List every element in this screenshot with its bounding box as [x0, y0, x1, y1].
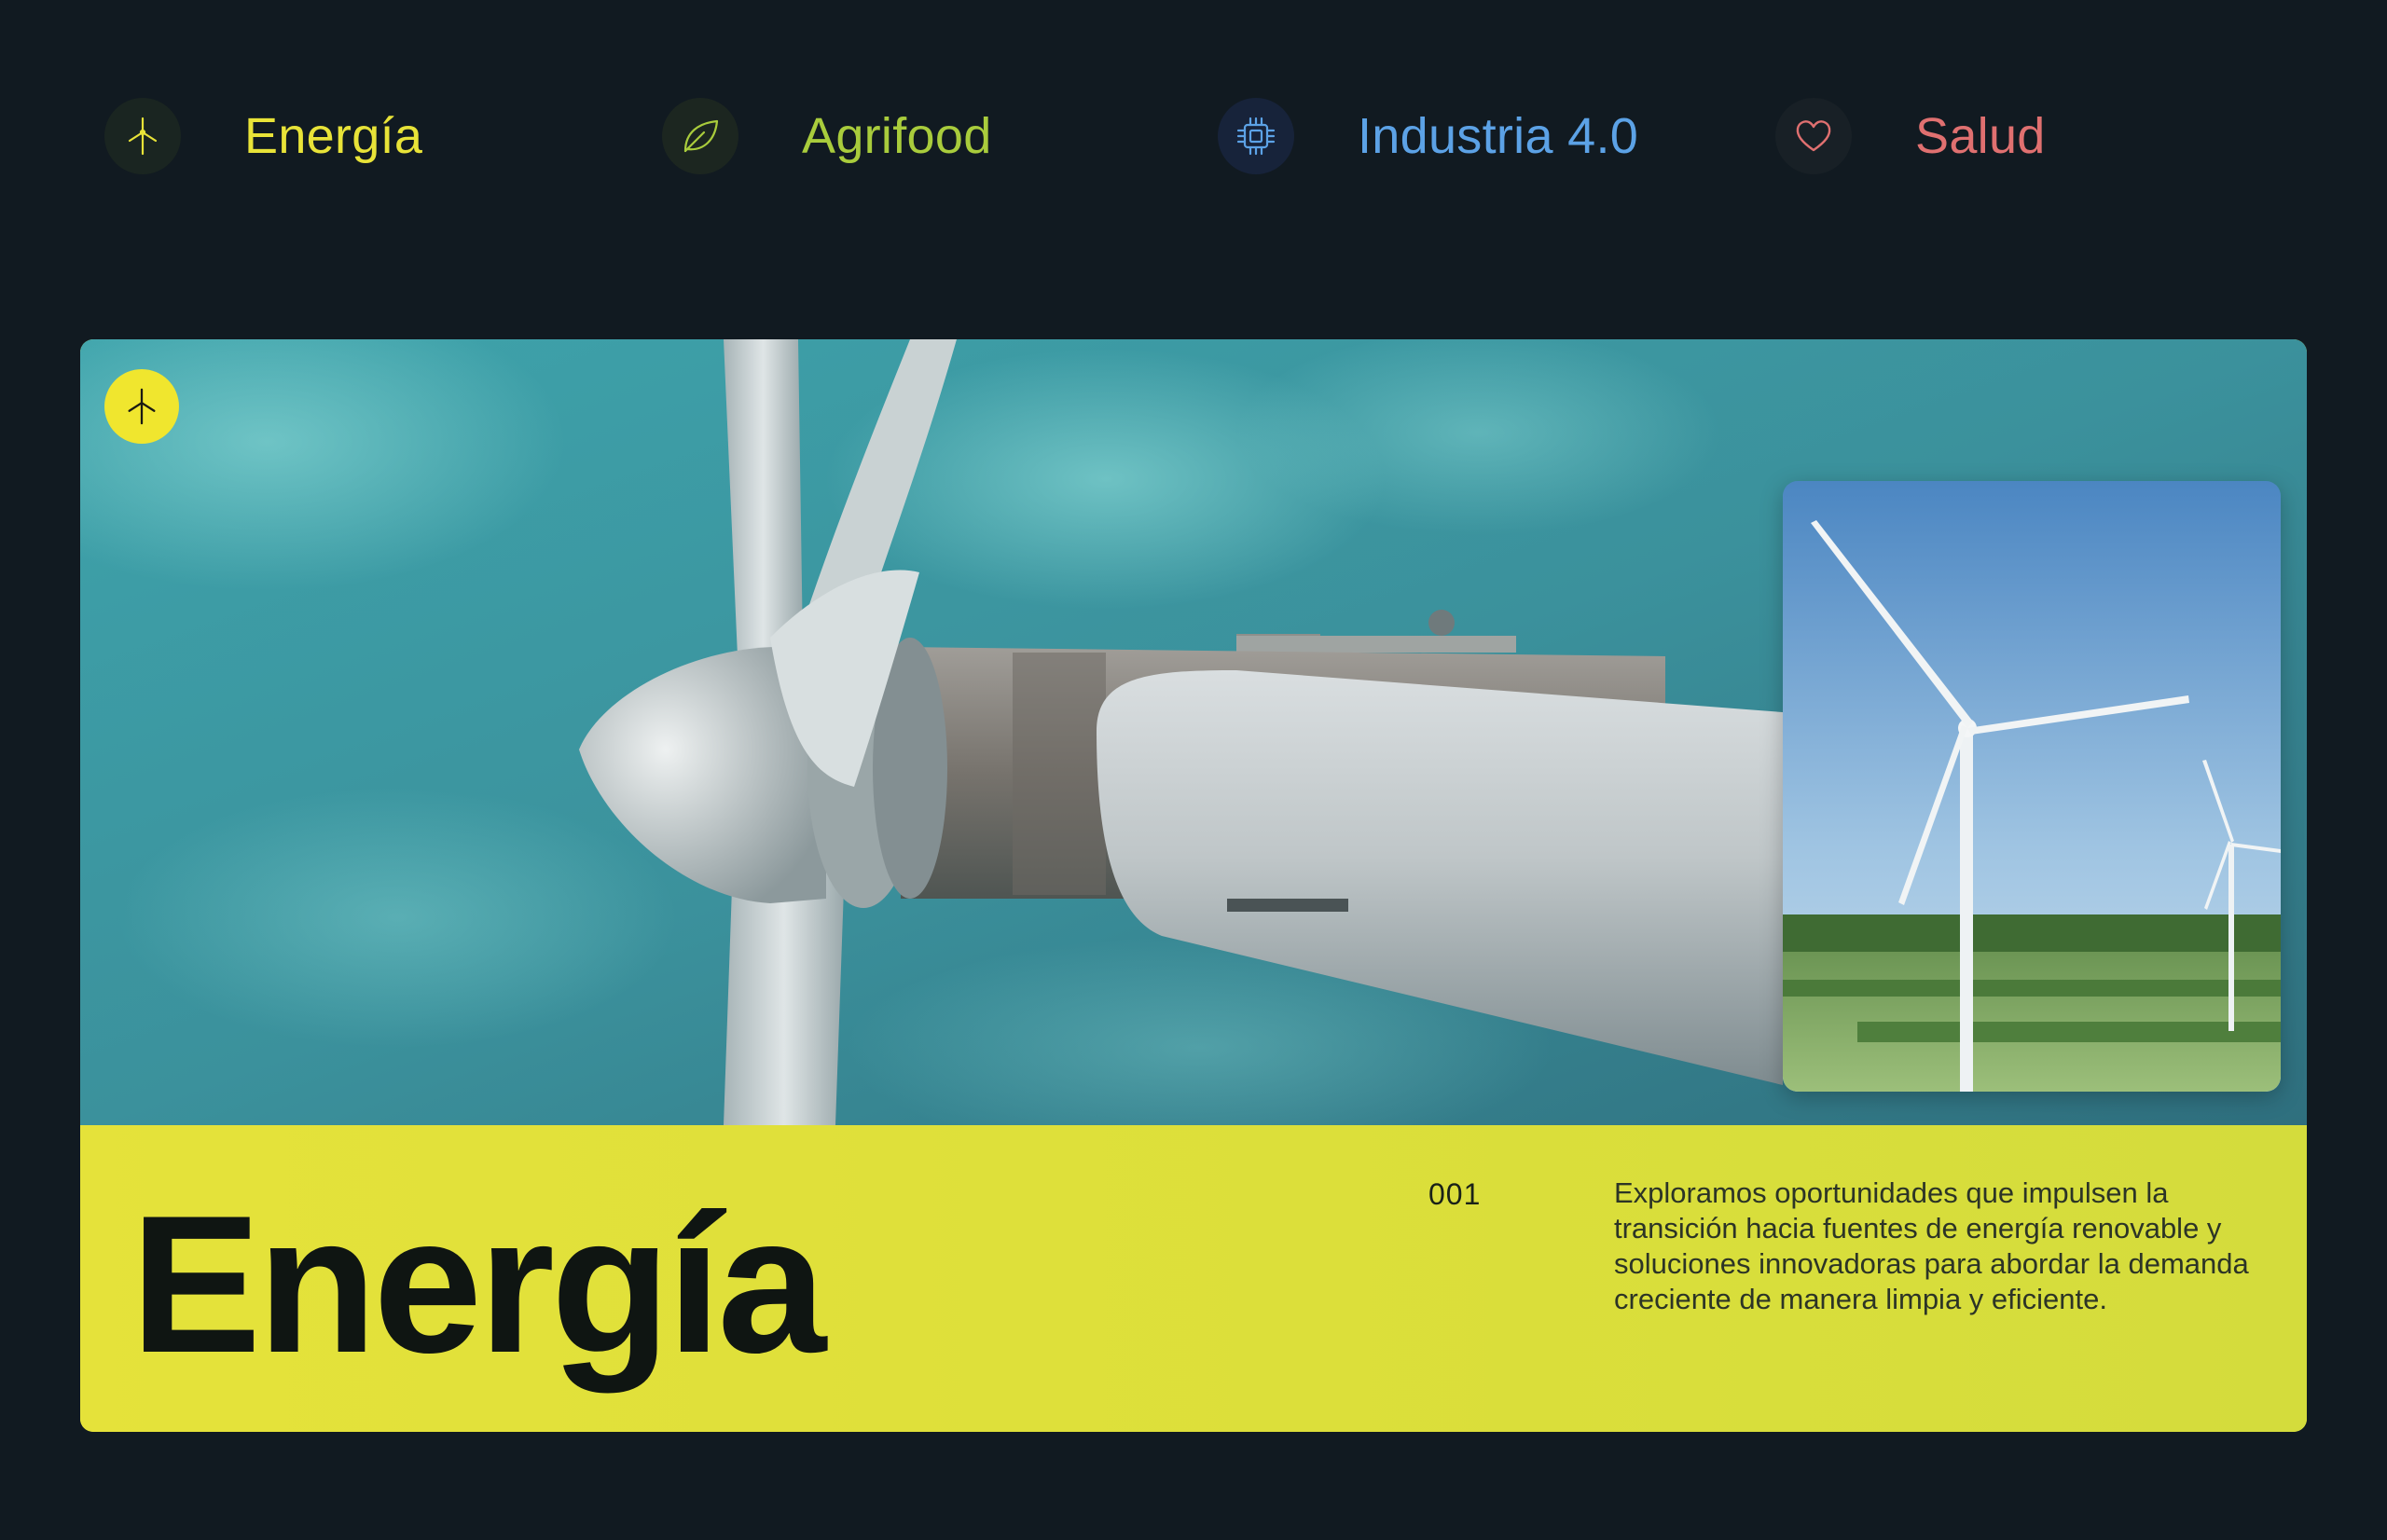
tab-label: Agrifood: [802, 108, 992, 164]
tab-salud[interactable]: Salud: [1775, 97, 2046, 175]
sector-card: Energía 001 Exploramos oportunidades que…: [80, 339, 2307, 1432]
card-number: 001: [1428, 1177, 1482, 1211]
tab-label: Salud: [1915, 108, 2046, 164]
chip-icon: [1218, 98, 1294, 174]
inset-image: [1783, 481, 2281, 1092]
tab-agrifood[interactable]: Agrifood: [662, 97, 992, 175]
card-description: Exploramos oportunidades que impulsen la…: [1614, 1176, 2249, 1315]
wind-turbine-icon: [104, 98, 181, 174]
hero-image: [80, 339, 2307, 1125]
tab-label: Industria 4.0: [1358, 108, 1639, 164]
tab-energia[interactable]: Energía: [104, 97, 422, 175]
card-title: Energía: [131, 1175, 826, 1394]
heart-icon: [1775, 98, 1852, 174]
sector-tabs: Energía Agrifood Industria 4.0 Salud: [0, 0, 2387, 280]
tab-industria[interactable]: Industria 4.0: [1218, 97, 1638, 175]
leaf-icon: [662, 98, 738, 174]
description-panel: Energía 001 Exploramos oportunidades que…: [80, 1125, 2307, 1432]
tab-label: Energía: [244, 108, 423, 164]
wind-turbine-icon: [104, 369, 179, 444]
